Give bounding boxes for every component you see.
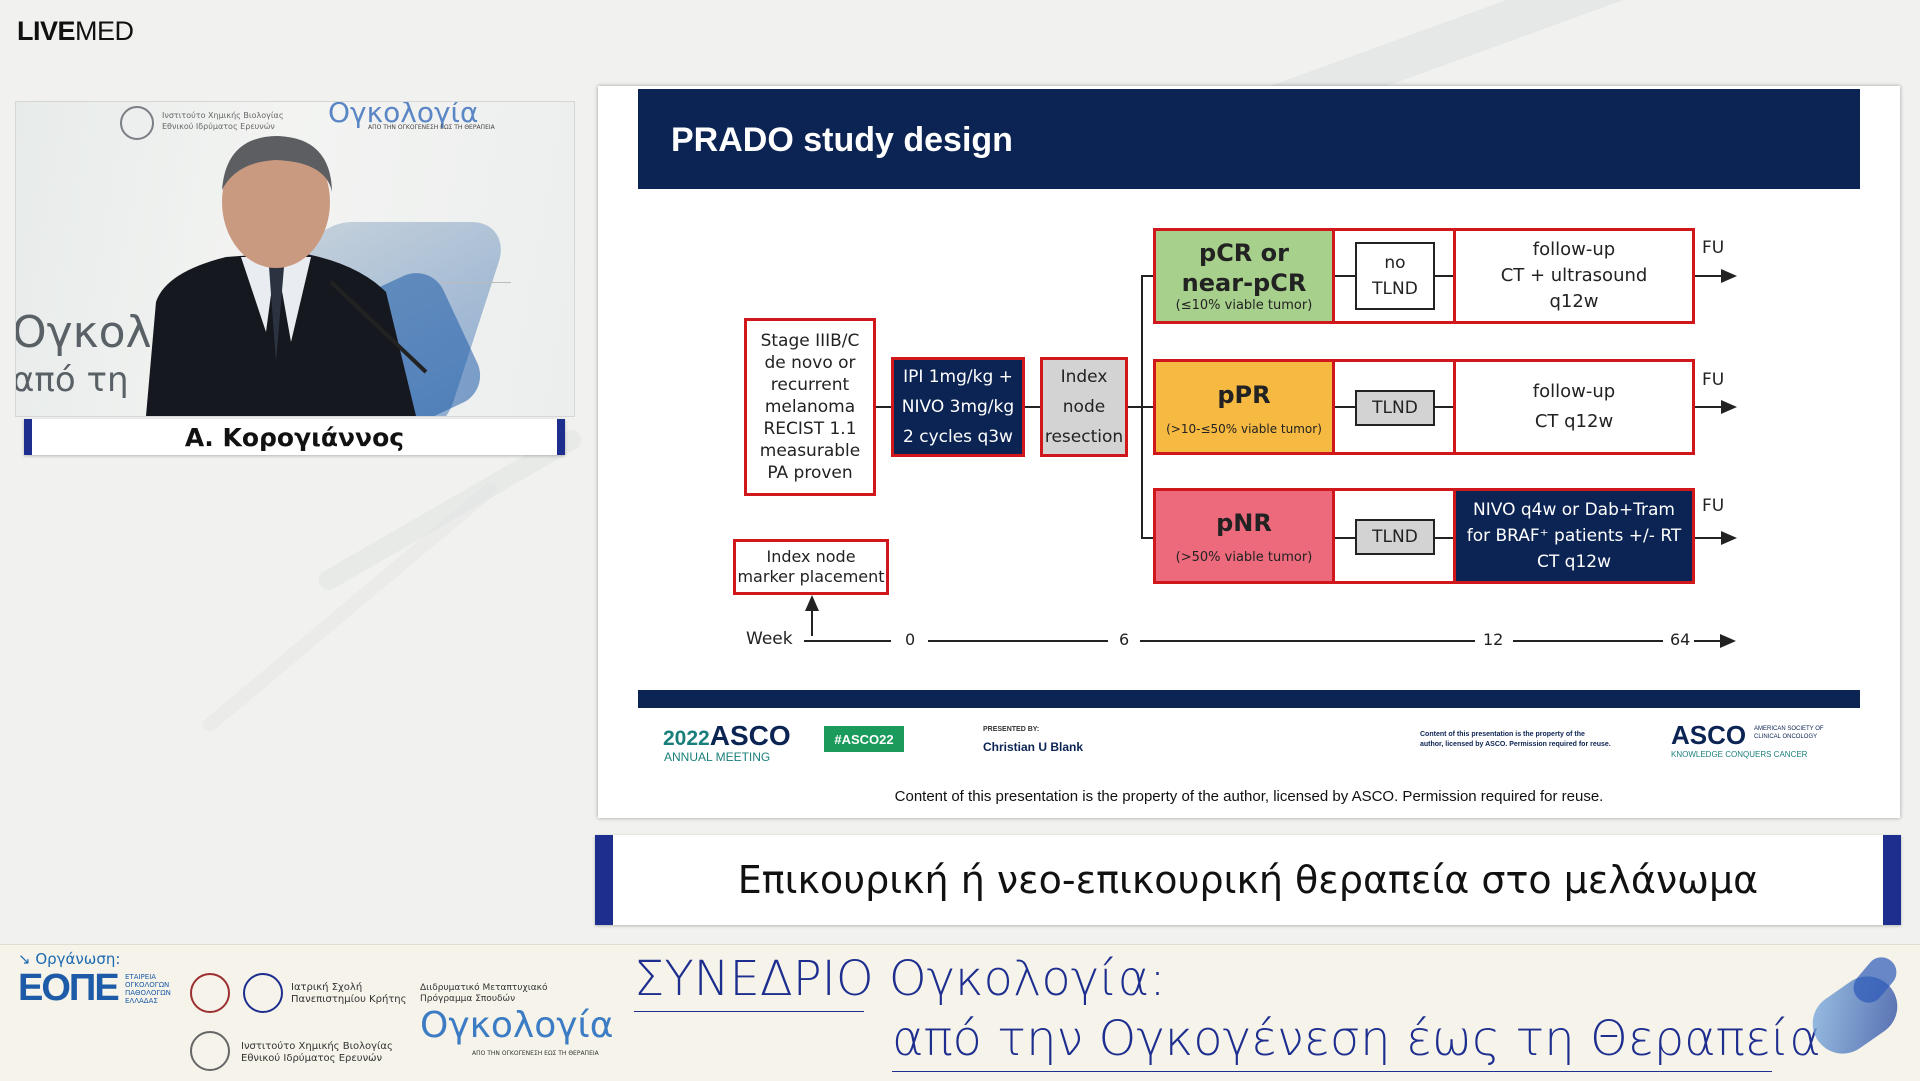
- pnr-treatment: NIVO q4w or Dab+Tram for BRAF⁺ patients +…: [1456, 491, 1692, 581]
- fu-label: FU: [1702, 370, 1725, 390]
- speaker-video: Ογκολ από τη Ινστιτούτο Χημικής Βιολογία…: [15, 101, 575, 417]
- index-node-box: Index node resection: [1040, 357, 1128, 457]
- fu-arrow-line: [1695, 275, 1723, 277]
- marker-placement-box: Index node marker placement: [733, 539, 889, 595]
- asco-society-sub2: CLINICAL ONCOLOGY: [1754, 734, 1818, 740]
- program-text: Διιδρυματικό Μεταπτυχιακό Πρόγραμμα Σπουδ…: [420, 983, 548, 1004]
- timeline-tick: 64: [1670, 630, 1691, 649]
- fu-label: FU: [1702, 496, 1725, 516]
- conference-title-2: από την Ογκογένεση έως τη Θεραπεία: [892, 1011, 1821, 1067]
- fu-arrow-head: [1721, 269, 1737, 283]
- hashtag-badge: #ASCO22: [824, 726, 904, 752]
- fu-label: FU: [1702, 238, 1725, 258]
- timeline-segment: [1513, 640, 1663, 642]
- rights-small-1: Content of this presentation is the prop…: [1420, 731, 1585, 738]
- slide-title: PRADO study design: [671, 121, 1013, 159]
- connector-line: [1128, 406, 1142, 408]
- institute-text: Ινστιτούτο Χημικής Βιολογίας Εθνικού Ιδρύ…: [241, 1041, 393, 1064]
- connector-line: [1025, 406, 1040, 408]
- asco-society-sub1: AMERICAN SOCIETY OF: [1754, 726, 1824, 732]
- slide-header-bar: PRADO study design: [638, 89, 1860, 189]
- video-oncology-sub: ΑΠΟ ΤΗΝ ΟΓΚΟΓΕΝΕΣΗ ΕΩΣ ΤΗ ΘΕΡΑΠΕΙΑ: [368, 124, 495, 131]
- ppr-tlnd-box: TLND: [1355, 390, 1435, 426]
- organizer-label: ↘ Οργάνωση:: [18, 950, 121, 968]
- presenter-name: Christian U Blank: [983, 740, 1084, 754]
- pcr-followup: follow-up CT + ultrasound q12w: [1500, 239, 1648, 312]
- asco-annual-logo: 2022ASCO: [663, 720, 791, 751]
- video-bg-text: από τη: [15, 360, 129, 400]
- ppr-label: pPR (>10-≤50% viable tumor): [1156, 362, 1332, 452]
- program-oncology-sub: ΑΠΟ ΤΗΝ ΟΓΚΟΓΕΝΕΣΗ ΕΩΣ ΤΗ ΘΕΡΑΠΕΙΑ: [472, 1050, 599, 1057]
- speaker-figure: [146, 136, 428, 416]
- marker-arrow-head: [805, 595, 819, 611]
- connector-line: [876, 406, 891, 408]
- treatment-box: IPI 1mg/kg + NIVO 3mg/kg 2 cycles q3w: [891, 357, 1025, 457]
- presentation-slide: PRADO study design Stage IIIB/C de novo o…: [598, 86, 1900, 818]
- crete-text: Ιατρική Σχολή Πανεπιστημίου Κρήτης: [291, 982, 407, 1005]
- asco-society-logo: ASCO: [1671, 720, 1747, 750]
- connector-line: [1435, 406, 1453, 408]
- pnr-tlnd-box: TLND: [1355, 519, 1435, 555]
- slide-footer-bar: [638, 690, 1860, 708]
- marker-arrow-line: [811, 608, 813, 636]
- conference-banner: ↘ Οργάνωση: ΕΟΠΕ ΕΤΑΙΡΕΙΑ ΟΓΚΟΛΟΓΩΝ ΠΑΘΟΛΟ…: [0, 944, 1920, 1081]
- institute-seal-icon: [190, 1031, 230, 1071]
- branch-line: [1141, 406, 1153, 408]
- asco-annual-sub: ANNUAL MEETING: [664, 750, 771, 764]
- rights-small-2: author, licensed by ASCO. Permission req…: [1420, 741, 1611, 748]
- ppr-followup: follow-up CT q12w: [1532, 381, 1616, 432]
- connector-line: [1435, 275, 1453, 277]
- row-divider: [1332, 488, 1335, 584]
- connector-line: [1435, 537, 1453, 539]
- conference-title-1: ΣΥΝΕΔΡΙΟ Ογκολογία:: [634, 951, 1166, 1007]
- pnr-label: pNR (>50% viable tumor): [1156, 491, 1332, 581]
- eope-sub: ΕΤΑΙΡΕΙΑ ΟΓΚΟΛΟΓΩΝ ΠΑΘΟΛΟΓΩΝ ΕΛΛΑΔΑΣ: [125, 973, 171, 1005]
- fu-arrow-head: [1721, 400, 1737, 414]
- brush-art: [1800, 951, 1920, 1066]
- crete-emblem-icon: [243, 973, 283, 1013]
- bg-decoration: [199, 479, 501, 735]
- timeline-tick: 0: [905, 630, 916, 649]
- livemed-logo: LIVEMED: [17, 16, 134, 46]
- fu-arrow-head: [1721, 531, 1737, 545]
- video-lectern-line: [441, 282, 511, 283]
- branch-line: [1141, 537, 1153, 539]
- timeline-label: Week: [746, 629, 793, 649]
- pcr-label: pCR or near-pCR (≤10% viable tumor): [1156, 231, 1332, 321]
- timeline-segment: [928, 640, 1108, 642]
- asco-tagline: KNOWLEDGE CONQUERS CANCER: [1671, 750, 1808, 759]
- connector-line: [1335, 406, 1355, 408]
- conference-underline: [892, 1071, 1772, 1072]
- talk-subtitle: Επικουρική ή νεο-επικουρική θεραπεία στο…: [595, 835, 1901, 925]
- crete-seal-icon: [190, 973, 230, 1013]
- video-institute-text: Ινστιτούτο Χημικής Βιολογίας Εθνικού Ιδρ…: [162, 111, 284, 131]
- fu-arrow-line: [1695, 406, 1723, 408]
- rights-line: Content of this presentation is the prop…: [894, 788, 1604, 805]
- stage-box: Stage IIIB/C de novo or recurrent melanoma R…: [744, 318, 876, 496]
- timeline-segment: [1694, 640, 1722, 642]
- no-tlnd-box: no TLND: [1355, 242, 1435, 310]
- timeline-segment: [804, 640, 891, 642]
- timeline-tick: 6: [1119, 630, 1130, 649]
- branch-line: [1141, 275, 1153, 277]
- fu-arrow-line: [1695, 537, 1723, 539]
- presented-by-label: PRESENTED BY:: [983, 726, 1040, 733]
- timeline-arrow-head: [1720, 634, 1736, 648]
- connector-line: [1335, 537, 1355, 539]
- program-oncology-logo: Ογκολογία: [420, 1005, 614, 1046]
- speaker-nameplate: Α. Κορογιάννος: [24, 419, 565, 455]
- eope-logo: ΕΟΠΕ: [18, 967, 120, 1009]
- timeline-segment: [1140, 640, 1475, 642]
- timeline-tick: 12: [1483, 630, 1504, 649]
- conference-underline: [634, 1011, 864, 1012]
